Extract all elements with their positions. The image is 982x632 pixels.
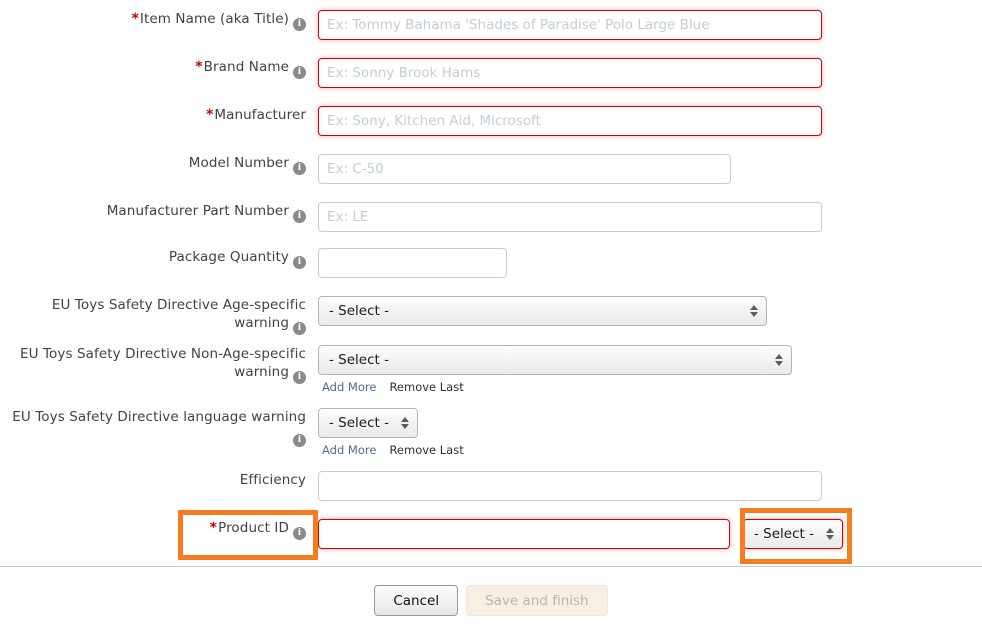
spinner-arrows-icon [750, 305, 758, 317]
form-row-efficiency: Efficiency [0, 471, 982, 501]
field-label-eu-toys-non-age-specific-warning: EU Toys Safety Directive Non-Age-specifi… [0, 345, 318, 384]
required-asterisk: * [209, 520, 218, 536]
label-cell-eu-toys-language-warning: EU Toys Safety Directive language warnin… [0, 408, 318, 447]
form-row-eu-toys-language-warning: EU Toys Safety Directive language warnin… [0, 408, 982, 447]
info-icon[interactable]: i [293, 18, 306, 31]
form-row-item-name: *Item Name (aka Title) i [0, 10, 982, 40]
field-cell-eu-toys-language-warning: - Select - [318, 408, 418, 438]
manufacturer-part-number-input[interactable] [318, 202, 822, 232]
label-text: EU Toys Safety Directive language warnin… [12, 409, 306, 425]
label-text: Package Quantity [168, 249, 289, 265]
remove-last-link[interactable]: Remove Last [389, 380, 463, 394]
info-icon[interactable]: i [293, 256, 306, 269]
manufacturer-input[interactable] [318, 106, 822, 136]
label-cell-product-id: *Product ID i [0, 519, 318, 540]
info-icon[interactable]: i [293, 322, 306, 335]
field-label-efficiency: Efficiency [240, 471, 318, 489]
info-icon[interactable]: i [293, 371, 306, 384]
form-row-package-quantity: Package Quantity i [0, 248, 982, 278]
form-row-brand-name: *Brand Name i [0, 58, 982, 88]
field-label-eu-toys-age-specific-warning: EU Toys Safety Directive Age-specific wa… [0, 296, 318, 335]
field-label-model-number: Model Number i [188, 154, 318, 175]
form-row-eu-toys-non-age-specific-warning: EU Toys Safety Directive Non-Age-specifi… [0, 345, 982, 384]
label-text: Manufacturer Part Number [106, 203, 289, 219]
label-cell-eu-toys-age-specific-warning: EU Toys Safety Directive Age-specific wa… [0, 296, 318, 335]
eu-toys-age-specific-warning-select[interactable]: - Select - [318, 296, 767, 326]
field-cell-eu-toys-age-specific-warning: - Select - [318, 296, 767, 326]
field-label-manufacturer: *Manufacturer [206, 106, 318, 124]
label-cell-item-name: *Item Name (aka Title) i [0, 10, 318, 31]
required-asterisk: * [195, 59, 203, 75]
field-cell-eu-toys-non-age-specific-warning: - Select - [318, 345, 792, 375]
add-more-link[interactable]: Add More [322, 443, 376, 457]
field-cell-manufacturer-part-number [318, 202, 822, 232]
label-text: Efficiency [239, 472, 306, 488]
field-label-item-name: *Item Name (aka Title) i [131, 10, 318, 31]
efficiency-input[interactable] [318, 471, 822, 501]
field-cell-item-name [318, 10, 822, 40]
field-label-package-quantity: Package Quantity i [168, 248, 318, 269]
label-cell-package-quantity: Package Quantity i [0, 248, 318, 269]
cancel-button[interactable]: Cancel [374, 585, 459, 616]
field-label-eu-toys-language-warning: EU Toys Safety Directive language warnin… [0, 408, 318, 447]
eu-toys-language-warning-select[interactable]: - Select - [318, 408, 418, 438]
form-row-product-id: *Product ID i - Select - [0, 519, 982, 549]
eu-toys-non-age-specific-warning-select[interactable]: - Select - [318, 345, 792, 375]
repeat-links-language-warning: Add More Remove Last [322, 443, 464, 457]
footer-button-bar: Cancel Save and finish [0, 585, 982, 616]
select-value: - Select - [329, 303, 389, 319]
label-cell-model-number: Model Number i [0, 154, 318, 175]
form-row-eu-toys-age-specific-warning: EU Toys Safety Directive Age-specific wa… [0, 296, 982, 335]
label-cell-brand-name: *Brand Name i [0, 58, 318, 79]
form-row-model-number: Model Number i [0, 154, 982, 184]
product-id-type-select[interactable]: - Select - [743, 519, 843, 549]
field-cell-package-quantity [318, 248, 507, 278]
field-label-brand-name: *Brand Name i [195, 58, 318, 79]
required-asterisk: * [205, 107, 214, 123]
required-asterisk: * [131, 11, 139, 27]
item-name-input[interactable] [318, 10, 822, 40]
remove-last-link[interactable]: Remove Last [389, 443, 463, 457]
label-cell-manufacturer-part-number: Manufacturer Part Number i [0, 202, 318, 223]
form-row-manufacturer: *Manufacturer [0, 106, 982, 136]
save-and-finish-button[interactable]: Save and finish [466, 585, 608, 616]
field-cell-product-id: - Select - [318, 519, 843, 549]
brand-name-input[interactable] [318, 58, 822, 88]
add-more-link[interactable]: Add More [322, 380, 376, 394]
spinner-arrows-icon [826, 528, 834, 540]
label-text: Brand Name [203, 59, 289, 75]
package-quantity-input[interactable] [318, 248, 507, 278]
info-icon[interactable]: i [293, 527, 306, 540]
info-icon[interactable]: i [293, 162, 306, 175]
info-icon[interactable]: i [293, 66, 306, 79]
footer-divider [0, 566, 982, 567]
label-text: EU Toys Safety Directive Age-specific wa… [51, 297, 306, 331]
label-text: Item Name (aka Title) [139, 11, 289, 27]
label-cell-manufacturer: *Manufacturer [0, 106, 318, 124]
repeat-links-non-age-specific: Add More Remove Last [322, 380, 464, 394]
label-text: Manufacturer [214, 107, 306, 123]
model-number-input[interactable] [318, 154, 731, 184]
select-value: - Select - [754, 526, 814, 542]
field-cell-model-number [318, 154, 731, 184]
form-row-manufacturer-part-number: Manufacturer Part Number i [0, 202, 982, 232]
info-icon[interactable]: i [293, 434, 306, 447]
field-label-manufacturer-part-number: Manufacturer Part Number i [106, 202, 318, 223]
label-text: Model Number [188, 155, 289, 171]
spinner-arrows-icon [775, 354, 783, 366]
label-cell-eu-toys-non-age-specific-warning: EU Toys Safety Directive Non-Age-specifi… [0, 345, 318, 384]
info-icon[interactable]: i [293, 210, 306, 223]
field-cell-manufacturer [318, 106, 822, 136]
product-id-input[interactable] [318, 519, 730, 549]
label-text: Product ID [218, 520, 289, 536]
select-value: - Select - [329, 415, 389, 431]
spinner-arrows-icon [401, 417, 409, 429]
select-value: - Select - [329, 352, 389, 368]
field-label-product-id: *Product ID i [209, 519, 318, 540]
label-text: EU Toys Safety Directive Non-Age-specifi… [19, 346, 306, 380]
field-cell-brand-name [318, 58, 822, 88]
field-cell-efficiency [318, 471, 822, 501]
label-cell-efficiency: Efficiency [0, 471, 318, 489]
